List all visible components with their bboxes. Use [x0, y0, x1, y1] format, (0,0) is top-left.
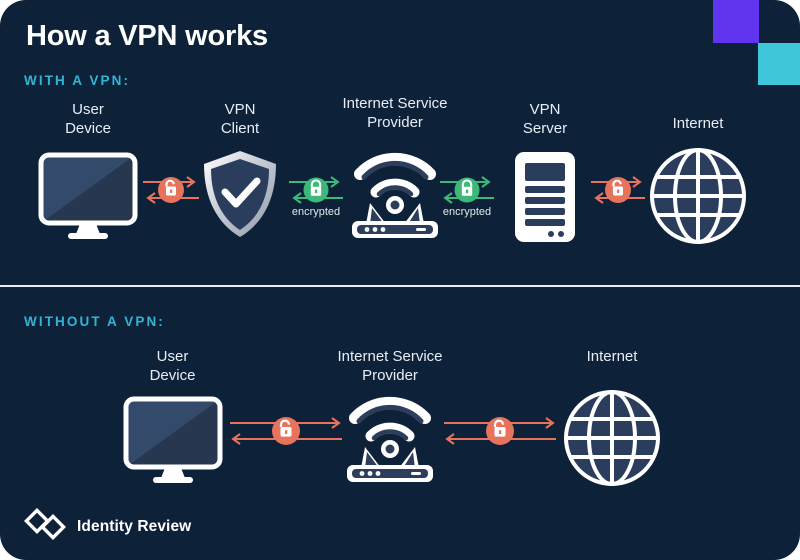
connector-unlocked-2 [440, 408, 560, 461]
node-label-user-device-top: User Device [65, 101, 111, 137]
router-wifi-icon [337, 392, 443, 489]
globe-icon [562, 388, 662, 493]
node-label-user-device-bottom: User Device [149, 348, 196, 384]
decorative-square-purple [713, 0, 759, 43]
section-label-with-vpn: WITH A VPN: [24, 73, 131, 88]
connector-unlocked-1 [226, 408, 346, 461]
vpn-infographic: How a VPN works WITH A VPN: User Device [0, 0, 800, 560]
page-title: How a VPN works [26, 20, 268, 52]
node-label-vpn-server: VPN Server [522, 101, 568, 137]
footer-logo[interactable]: Identity Review [23, 507, 192, 545]
double-diamond-logo-icon [23, 507, 67, 545]
router-wifi-icon [342, 148, 448, 245]
server-icon [513, 150, 577, 249]
globe-icon [648, 146, 748, 251]
monitor-icon [123, 396, 223, 489]
monitor-icon [38, 152, 138, 245]
section-label-without-vpn: WITHOUT A VPN: [24, 314, 165, 329]
node-label-isp-bottom: Internet Service Provider [337, 348, 443, 384]
node-label-internet-top: Internet [672, 115, 724, 132]
shield-check-icon [200, 148, 280, 245]
node-label-internet-bottom: Internet [586, 348, 638, 365]
node-label-isp-top: Internet Service Provider [342, 95, 448, 131]
encrypted-caption-2: encrypted [442, 206, 492, 218]
connector-unencrypted-2 [589, 168, 647, 217]
brand-name: Identity Review [77, 517, 192, 535]
decorative-square-cyan [758, 43, 800, 85]
node-label-vpn-client: VPN Client [220, 101, 260, 137]
encrypted-caption-1: encrypted [291, 206, 341, 218]
connector-unencrypted-1 [141, 168, 201, 217]
section-divider [0, 285, 800, 287]
